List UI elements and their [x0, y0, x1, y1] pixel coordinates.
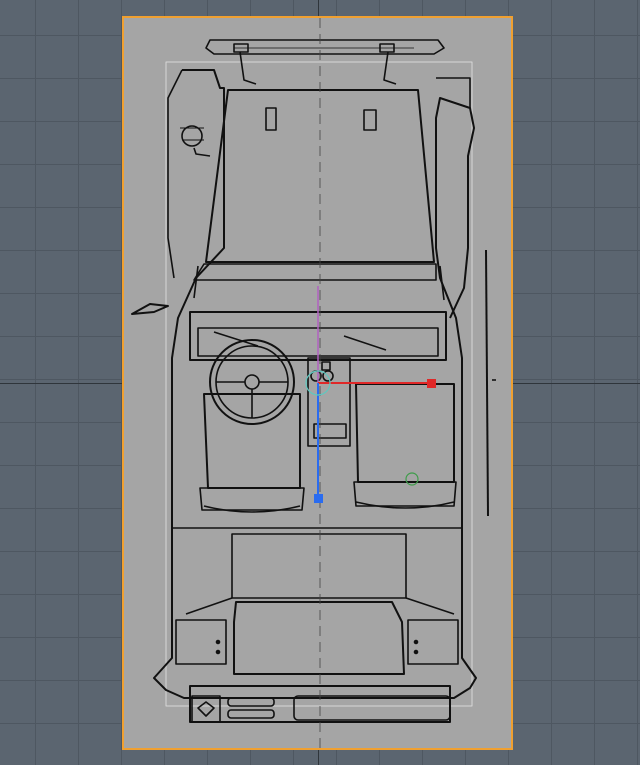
tail-light-lens: [197, 701, 215, 717]
bumper-slot-2: [227, 709, 275, 719]
right-side-rail: [485, 249, 489, 517]
body-outline-left-top: [167, 69, 183, 279]
bumper-slot-1: [227, 697, 275, 707]
rear-bench-seat: [233, 601, 405, 675]
well-bolt: [413, 649, 419, 655]
gauge-1: [310, 370, 322, 382]
passenger-seat-back: [355, 383, 455, 483]
console-plate: [313, 423, 347, 439]
gauge-2: [322, 370, 334, 382]
gauge-3: [321, 361, 331, 371]
fender-edges: [193, 265, 445, 301]
well-bolt: [413, 639, 419, 645]
rack-struts: [239, 51, 397, 85]
driver-seat-edge: [203, 505, 301, 513]
passenger-seat-cushion: [353, 481, 457, 507]
well-bolt: [215, 639, 221, 645]
windshield-glass: [197, 327, 439, 357]
hood-latch-left: [265, 107, 277, 131]
steering-hub: [244, 374, 260, 390]
vehicle-blueprint-drawing: [131, 18, 496, 748]
spare-wheel: [181, 125, 203, 147]
reference-image-plane[interactable]: [122, 16, 513, 750]
hood-hinge-strip: [193, 263, 437, 281]
hood-latch-right: [363, 109, 377, 131]
well-bolt: [215, 649, 221, 655]
viewport-canvas[interactable]: [0, 0, 640, 765]
bumper-plate: [293, 695, 451, 721]
body-outline-right-top: [436, 77, 471, 108]
left-mirror: [131, 303, 169, 315]
tail-light-left: [191, 695, 221, 723]
passenger-seat-edge: [355, 501, 455, 509]
steering-spokes: [216, 381, 288, 418]
driver-seat-cushion: [199, 487, 305, 511]
spare-wheel-bracket: [193, 147, 211, 157]
rear-floor-panel: [231, 533, 407, 599]
